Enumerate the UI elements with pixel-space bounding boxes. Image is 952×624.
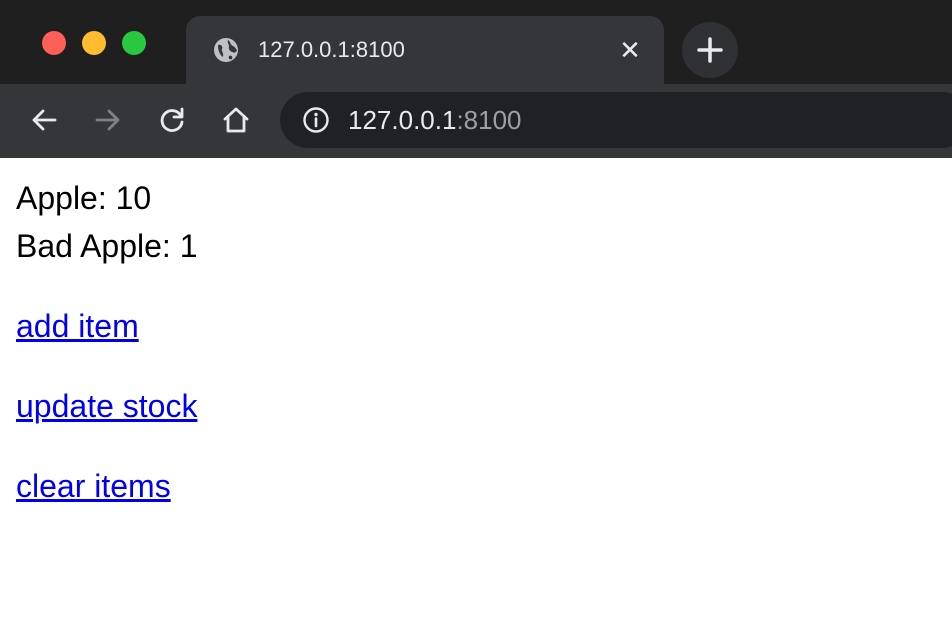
home-button[interactable] [218, 102, 254, 138]
plus-icon [697, 37, 723, 63]
address-bar[interactable]: 127.0.0.1:8100 [280, 92, 952, 148]
stock-line-apple: Apple: 10 [16, 180, 152, 216]
globe-icon [214, 38, 238, 62]
page-content: Apple: 10 Bad Apple: 1 add item update s… [0, 158, 952, 624]
url-port: :8100 [456, 105, 522, 135]
tab-title: 127.0.0.1:8100 [258, 37, 405, 62]
url-host: 127.0.0.1 [348, 105, 457, 135]
window-maximize-button[interactable] [122, 31, 146, 55]
new-tab-button[interactable] [682, 22, 738, 78]
tab-strip: 127.0.0.1:8100 ✕ [0, 0, 952, 84]
window-minimize-button[interactable] [82, 31, 106, 55]
window-close-button[interactable] [42, 31, 66, 55]
back-button[interactable] [26, 102, 62, 138]
clear-items-link[interactable]: clear items [16, 466, 171, 506]
close-tab-icon[interactable]: ✕ [616, 36, 644, 64]
browser-tab[interactable]: 127.0.0.1:8100 ✕ [186, 16, 664, 84]
url-text[interactable]: 127.0.0.1:8100 [348, 105, 522, 135]
browser-window: 127.0.0.1:8100 ✕ 127.0.0.1:8100 [0, 0, 952, 158]
add-item-link[interactable]: add item [16, 306, 139, 346]
stock-line-bad-apple: Bad Apple: 1 [16, 228, 198, 264]
update-stock-link[interactable]: update stock [16, 386, 197, 426]
reload-button[interactable] [154, 102, 190, 138]
forward-button[interactable] [90, 102, 126, 138]
info-icon[interactable] [302, 106, 330, 134]
browser-toolbar: 127.0.0.1:8100 [0, 84, 952, 158]
